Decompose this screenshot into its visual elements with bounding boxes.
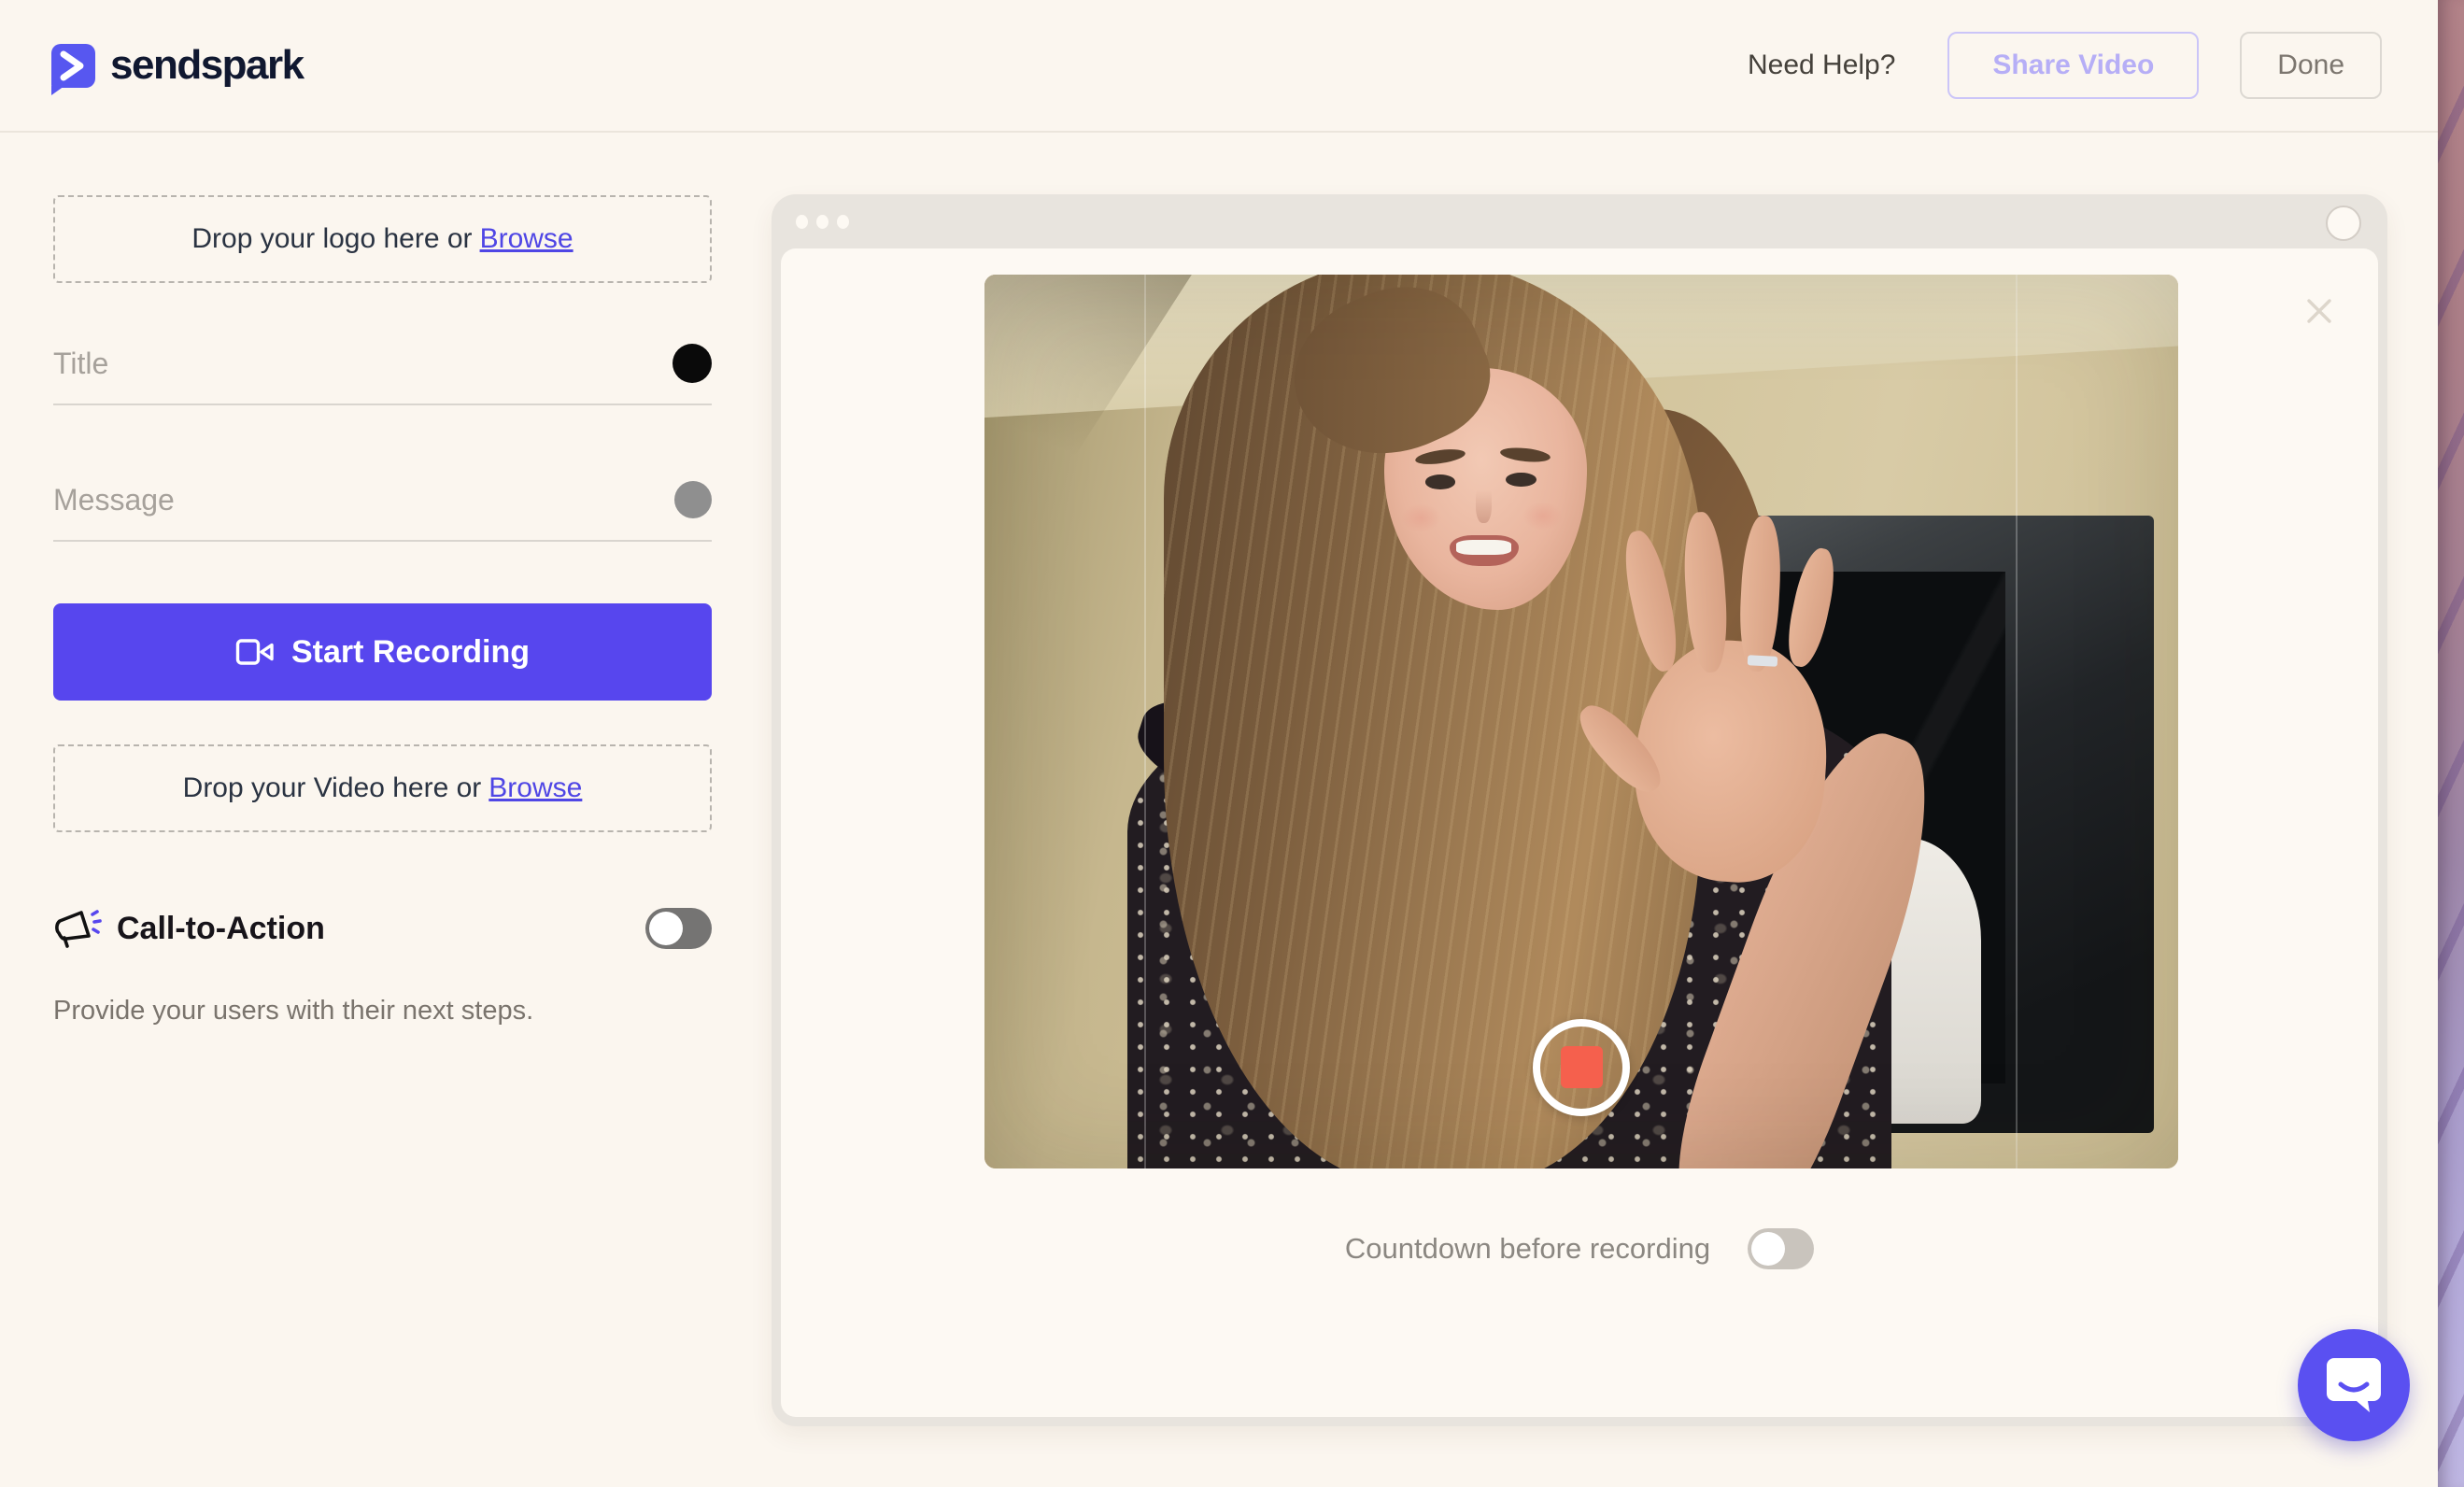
- background-page-strip: [2438, 0, 2464, 1487]
- recorder-window: Countdown before recording: [772, 194, 2387, 1426]
- cta-toggle[interactable]: [645, 908, 712, 949]
- megaphone-icon: [55, 910, 102, 948]
- person-nose: [1475, 481, 1493, 523]
- person-eyebrow: [1499, 445, 1551, 464]
- need-help-link[interactable]: Need Help?: [1748, 50, 1895, 81]
- person-smile: [1449, 534, 1519, 567]
- window-dot: [796, 214, 808, 229]
- done-button[interactable]: Done: [2240, 32, 2382, 99]
- person-eyebrow: [1413, 446, 1466, 468]
- start-recording-label: Start Recording: [290, 633, 531, 670]
- countdown-label: Countdown before recording: [1344, 1232, 1711, 1265]
- webcam-preview: [984, 275, 2178, 1168]
- title-field-row: [53, 323, 712, 405]
- stop-record-square-icon: [1560, 1046, 1603, 1089]
- window-dot: [837, 214, 849, 229]
- header: sendspark Need Help? Share Video Done: [0, 0, 2438, 133]
- logo-dropzone[interactable]: Drop your logo here or Browse: [53, 195, 712, 283]
- crop-guideline-left: [1144, 275, 1147, 1168]
- sendspark-recorder-app: sendspark Need Help? Share Video Done Dr…: [0, 0, 2464, 1487]
- window-dots: [772, 194, 849, 248]
- header-actions: Need Help? Share Video Done: [1748, 32, 2382, 99]
- close-icon[interactable]: [2305, 297, 2333, 325]
- message-field-row: [53, 460, 712, 542]
- start-recording-button[interactable]: Start Recording: [53, 603, 712, 701]
- person-cheek: [1400, 503, 1441, 533]
- window-dot: [816, 214, 828, 229]
- titlebar-circle: [2326, 205, 2361, 241]
- cta-label: Call-to-Action: [117, 910, 325, 946]
- title-color-swatch[interactable]: [673, 344, 712, 383]
- crop-guideline-right: [2016, 275, 2018, 1168]
- countdown-toggle-knob: [1751, 1232, 1786, 1266]
- videocam-icon: [235, 639, 274, 665]
- title-input[interactable]: [53, 346, 673, 381]
- person-ring: [1747, 654, 1777, 667]
- person-cheek: [1522, 501, 1564, 531]
- message-input[interactable]: [53, 482, 674, 517]
- share-video-button[interactable]: Share Video: [1947, 32, 2200, 99]
- cta-row: Call-to-Action: [53, 899, 712, 958]
- intercom-chat-icon: [2327, 1358, 2381, 1412]
- intercom-launcher-button[interactable]: [2298, 1329, 2410, 1441]
- cta-toggle-knob: [649, 912, 683, 945]
- countdown-row: Countdown before recording: [781, 1227, 2378, 1270]
- brand-wordmark: sendspark: [110, 42, 304, 88]
- video-browse-link[interactable]: Browse: [489, 772, 582, 804]
- person-eye: [1506, 472, 1537, 488]
- message-color-swatch[interactable]: [674, 481, 712, 518]
- sendspark-logo-icon: [51, 43, 95, 95]
- recorder-body: Countdown before recording: [781, 248, 2378, 1417]
- stop-recording-button[interactable]: [1533, 1018, 1630, 1116]
- countdown-toggle[interactable]: [1748, 1228, 1815, 1269]
- video-dropzone[interactable]: Drop your Video here or Browse: [53, 744, 712, 832]
- logo-browse-link[interactable]: Browse: [480, 223, 574, 255]
- person-teeth: [1456, 540, 1512, 555]
- cta-description: Provide your users with their next steps…: [53, 996, 534, 1026]
- person-eye: [1424, 474, 1456, 489]
- brand-logo[interactable]: sendspark: [51, 42, 304, 95]
- logo-dropzone-text: Drop your logo here or: [191, 223, 473, 254]
- video-dropzone-text: Drop your Video here or: [182, 772, 482, 803]
